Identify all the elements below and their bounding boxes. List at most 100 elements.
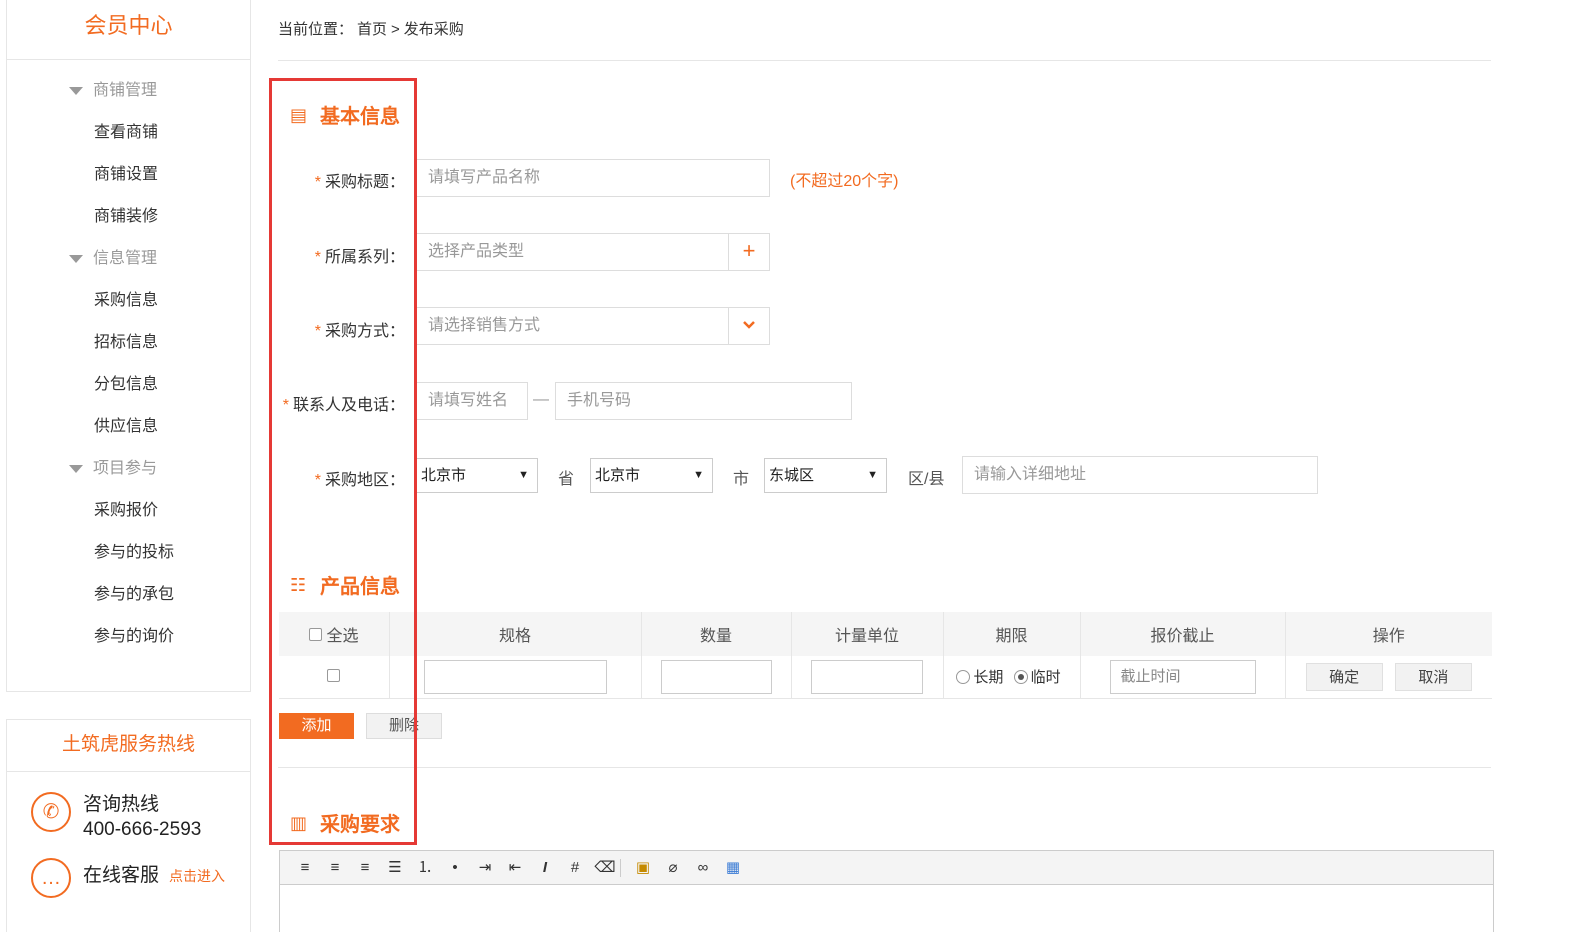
col-term: 期限	[943, 612, 1081, 656]
cancel-button[interactable]: 取消	[1394, 662, 1472, 691]
caret-down-icon	[69, 465, 83, 473]
plus-icon[interactable]: +	[728, 234, 769, 270]
confirm-button[interactable]: 确定	[1305, 662, 1383, 691]
online-label: 在线客服	[83, 865, 160, 886]
unit-input[interactable]	[811, 659, 923, 694]
eraser-icon[interactable]: ⌫	[590, 857, 620, 879]
method-label: * 采购方式：	[314, 323, 405, 340]
divider	[278, 767, 1491, 768]
method-select[interactable]: 请选择销售方式	[416, 307, 770, 345]
province-select[interactable]: 北京市 ▼	[416, 458, 538, 493]
menu-group-project[interactable]: 项目参与	[7, 448, 250, 490]
term-long-radio[interactable]	[956, 669, 971, 684]
triangle-down-icon: ▼	[693, 469, 704, 481]
district-select[interactable]: 东城区 ▼	[764, 458, 887, 493]
consult-phone: 400-666-2593	[83, 819, 202, 840]
col-select-all[interactable]: 全选	[279, 612, 390, 656]
breadcrumb-sep: >	[391, 21, 400, 38]
breadcrumb-home[interactable]: 首页	[357, 21, 387, 38]
col-actions: 操作	[1285, 612, 1492, 656]
contact-label: * 联系人及电话：	[282, 397, 405, 414]
series-label: * 所属系列：	[314, 249, 405, 266]
image-icon[interactable]: ▣	[628, 857, 658, 879]
menu-item-shop-settings[interactable]: 商铺设置	[7, 154, 250, 196]
ordered-list-icon[interactable]: ⒈	[410, 857, 440, 879]
caret-down-icon	[69, 87, 83, 95]
address-input[interactable]: 请输入详细地址	[962, 456, 1318, 494]
col-quantity: 数量	[641, 612, 792, 656]
menu-item-subcontract-info[interactable]: 分包信息	[7, 364, 250, 406]
city-select[interactable]: 北京市 ▼	[590, 458, 713, 493]
editor-toolbar: ≡ ≡ ≡ ☰ ⒈ • ⇥ ⇤ I # ⌫ ▣ ⌀ ∞ ▦	[280, 851, 1493, 885]
id-card-icon: ▤	[290, 104, 308, 125]
rich-text-editor[interactable]: ≡ ≡ ≡ ☰ ⒈ • ⇥ ⇤ I # ⌫ ▣ ⌀ ∞ ▦	[279, 850, 1494, 932]
breadcrumb-prefix: 当前位置：	[278, 21, 354, 38]
phone-icon: ✆	[31, 792, 71, 832]
menu-item-supply-info[interactable]: 供应信息	[7, 406, 250, 448]
menu-item-inquiries[interactable]: 参与的询价	[7, 616, 250, 658]
spec-input[interactable]	[423, 659, 607, 694]
outdent-icon[interactable]: ⇤	[500, 857, 530, 879]
product-table: 全选 规格 数量 计量单位 期限 报价截止 操作 长期 临时 截止时间 确定 取…	[279, 612, 1492, 699]
menu-item-purchase-info[interactable]: 采购信息	[7, 280, 250, 322]
region-label: * 采购地区：	[314, 472, 405, 489]
caret-down-icon	[69, 255, 83, 263]
menu-group-shop[interactable]: 商铺管理	[7, 70, 250, 112]
menu-item-tender-info[interactable]: 招标信息	[7, 322, 250, 364]
align-right-icon[interactable]: ≡	[350, 857, 380, 879]
list-icon: ☷	[290, 574, 307, 595]
consult-hotline: ✆ 咨询热线 400-666-2593	[31, 792, 201, 842]
align-center-icon[interactable]: ≡	[320, 857, 350, 879]
table-row: 长期 临时 截止时间 确定 取消	[279, 656, 1492, 699]
city-unit: 市	[733, 471, 750, 488]
chevron-down-icon[interactable]	[728, 308, 769, 344]
italic-icon[interactable]: I	[530, 857, 560, 879]
purchase-title-label: * 采购标题：	[314, 174, 405, 191]
hotline-title: 土筑虎服务热线	[7, 720, 250, 772]
add-row-button[interactable]: 添加	[279, 713, 354, 739]
contact-name-input[interactable]: 请填写姓名	[416, 382, 528, 420]
breadcrumb-current: 发布采购	[403, 21, 464, 38]
menu-item-bids[interactable]: 参与的投标	[7, 532, 250, 574]
menu-item-shop-decoration[interactable]: 商铺装修	[7, 196, 250, 238]
section-requirements: ▥ 采购要求	[290, 812, 400, 837]
col-unit: 计量单位	[791, 612, 944, 656]
attachment-icon[interactable]: ⌀	[658, 857, 688, 879]
row-checkbox[interactable]	[327, 668, 341, 682]
phone-input[interactable]: 手机号码	[555, 382, 852, 420]
sidebar-menu: 会员中心 商铺管理 查看商铺 商铺设置 商铺装修 信息管理 采购信息 招标信息 …	[6, 0, 251, 692]
col-deadline: 报价截止	[1080, 612, 1286, 656]
table-grid-icon[interactable]: #	[560, 857, 590, 879]
purchase-title-input[interactable]: 请填写产品名称	[416, 159, 770, 197]
series-select[interactable]: 选择产品类型 +	[416, 233, 770, 271]
toolbar-separator	[620, 858, 628, 877]
online-link[interactable]: 点击进入	[169, 868, 225, 884]
link-icon[interactable]: ∞	[688, 857, 718, 879]
district-unit: 区/县	[908, 471, 945, 488]
dash: —	[533, 391, 549, 408]
sidebar-title: 会员中心	[7, 0, 250, 60]
menu-group-info[interactable]: 信息管理	[7, 238, 250, 280]
section-product-info: ☷ 产品信息	[290, 574, 400, 599]
select-all-checkbox[interactable]	[309, 627, 323, 641]
unordered-list-icon[interactable]: •	[440, 857, 470, 879]
table-icon[interactable]: ▦	[718, 857, 748, 879]
align-justify-icon[interactable]: ☰	[380, 857, 410, 879]
hotline-panel: 土筑虎服务热线 ✆ 咨询热线 400-666-2593 … 在线客服 点击进入	[6, 719, 251, 932]
breadcrumb: 当前位置： 首页 > 发布采购	[278, 18, 468, 39]
province-unit: 省	[558, 471, 575, 488]
quantity-input[interactable]	[660, 659, 772, 694]
consult-label: 咨询热线	[83, 794, 160, 815]
indent-icon[interactable]: ⇥	[470, 857, 500, 879]
delete-row-button[interactable]: 删除	[366, 713, 442, 739]
triangle-down-icon: ▼	[518, 469, 529, 481]
align-left-icon[interactable]: ≡	[290, 857, 320, 879]
menu-item-view-shop[interactable]: 查看商铺	[7, 112, 250, 154]
menu-item-contracts[interactable]: 参与的承包	[7, 574, 250, 616]
menu-item-quote[interactable]: 采购报价	[7, 490, 250, 532]
term-temp-radio[interactable]	[1013, 669, 1028, 684]
section-basic-info: ▤ 基本信息	[290, 104, 400, 129]
triangle-down-icon: ▼	[867, 469, 878, 481]
deadline-input[interactable]: 截止时间	[1109, 659, 1256, 694]
online-service: … 在线客服 点击进入	[31, 858, 225, 898]
